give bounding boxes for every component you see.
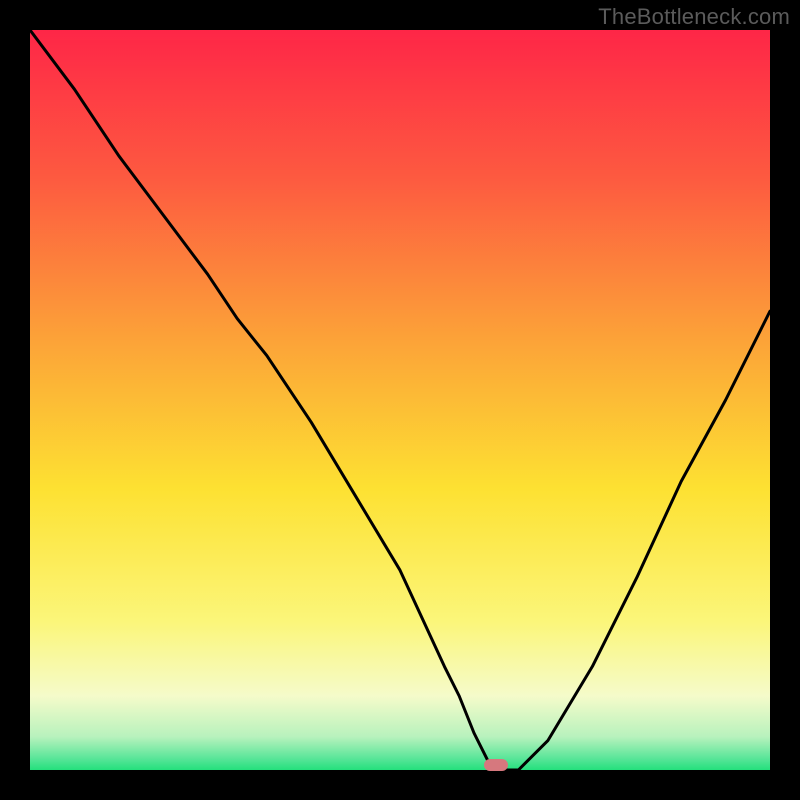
gradient-background: [30, 30, 770, 770]
chart-container: TheBottleneck.com: [0, 0, 800, 800]
optimal-point-marker: [484, 759, 508, 771]
chart-svg: [30, 30, 770, 770]
plot-area: [30, 30, 770, 770]
watermark-text: TheBottleneck.com: [598, 4, 790, 30]
